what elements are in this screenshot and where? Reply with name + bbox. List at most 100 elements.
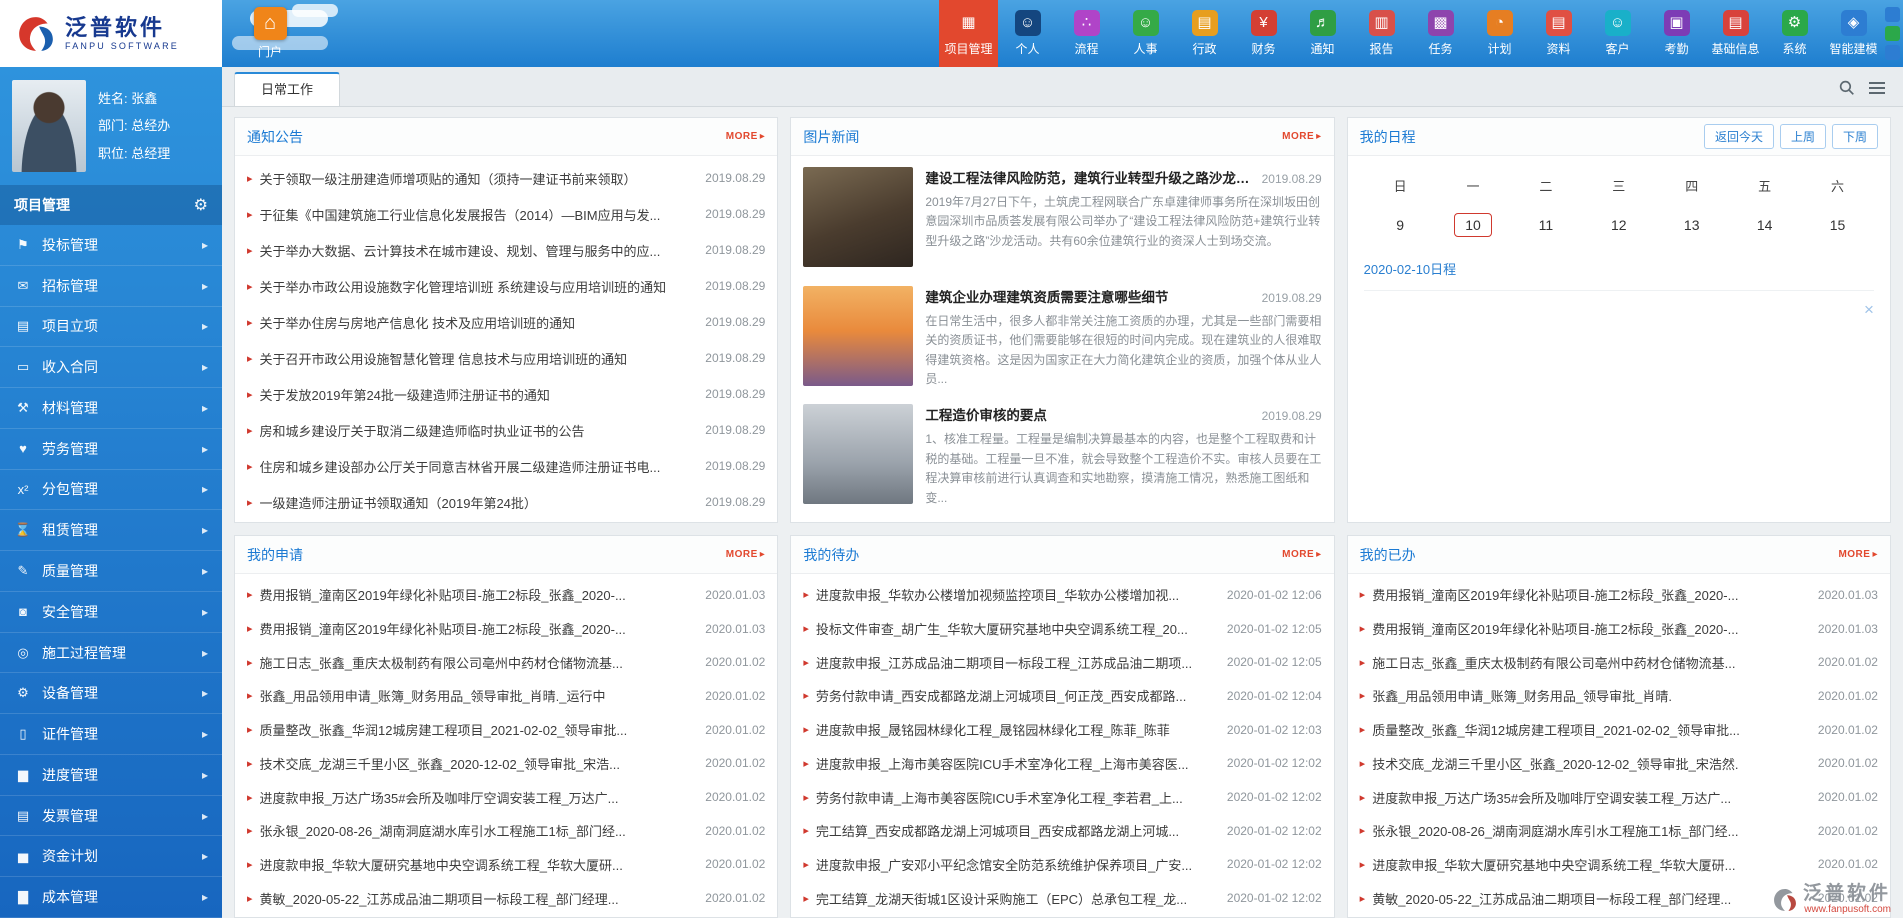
sidebar-menu-item[interactable]: ⌛ 租赁管理 ▸	[0, 510, 222, 551]
list-item[interactable]: ▸ 投标文件审查_胡广生_华软大厦研究基地中央空调系统工程_20... 2020…	[791, 612, 1333, 646]
list-item[interactable]: ▸ 费用报销_潼南区2019年绿化补贴项目-施工2标段_张鑫_2020-... …	[235, 578, 777, 612]
sidebar-menu-item[interactable]: ⚒ 材料管理 ▸	[0, 388, 222, 429]
list-item[interactable]: ▸ 黄敏_2020-05-22_江苏成品油二期项目一标段工程_部门经理... 2…	[1348, 881, 1890, 915]
list-item[interactable]: ▸ 住房和城乡建设部办公厅关于同意吉林省开展二级建造师注册证书电... 2019…	[235, 448, 777, 484]
header-module[interactable]: ▦ 项目管理	[939, 0, 998, 67]
sidebar-menu-item[interactable]: ⚙ 设备管理 ▸	[0, 673, 222, 714]
prev-week-button[interactable]: 上周	[1780, 124, 1826, 149]
list-item[interactable]: ▸ 进度款申报_万达广场35#会所及咖啡厅空调安装工程_万达广... 2020.…	[235, 780, 777, 814]
clipped-module-icon[interactable]	[1885, 26, 1900, 41]
sidebar-menu-item[interactable]: ♥ 劳务管理 ▸	[0, 429, 222, 470]
header-module[interactable]: ◈ 智能建模	[1824, 0, 1883, 67]
list-item[interactable]: ▸ 劳务付款申请_上海市美容医院ICU手术室净化工程_李若君_上... 2020…	[791, 780, 1333, 814]
news-item[interactable]: 建设工程法律风险防范，建筑行业转型升级之路沙龙活动 2019.08.29 201…	[803, 167, 1321, 274]
list-item[interactable]: ▸ 费用报销_潼南区2019年绿化补贴项目-施工2标段_张鑫_2020-... …	[1348, 612, 1890, 646]
more-link-notices[interactable]: MORE ▸	[726, 131, 766, 142]
sidebar-menu-item[interactable]: ▤ 项目立项 ▸	[0, 307, 222, 348]
list-item[interactable]: ▸ 进度款申报_晟铭园林绿化工程_晟铭园林绿化工程_陈菲_陈菲 2020-01-…	[791, 713, 1333, 747]
sidebar-menu-item[interactable]: x² 分包管理 ▸	[0, 470, 222, 511]
calendar-date[interactable]: 14	[1746, 213, 1784, 237]
list-item[interactable]: ▸ 关于举办市政公用设施数字化管理培训班 系统建设与应用培训班的通知 2019.…	[235, 268, 777, 304]
header-module[interactable]: ☺ 客户	[1588, 0, 1647, 67]
list-item[interactable]: ▸ 房和城乡建设厅关于取消二级建造师临时执业证书的公告 2019.08.29	[235, 412, 777, 448]
calendar-date[interactable]: 15	[1819, 213, 1857, 237]
sidebar-menu-item[interactable]: ▇ 成本管理 ▸	[0, 877, 222, 918]
header-module[interactable]: ⚙ 系统	[1765, 0, 1824, 67]
list-item[interactable]: ▸ 劳务付款申请_西安成都路龙湖上河城项目_何正茂_西安成都路... 2020-…	[791, 679, 1333, 713]
header-module[interactable]: ∴ 流程	[1057, 0, 1116, 67]
list-item[interactable]: ▸ 费用报销_潼南区2019年绿化补贴项目-施工2标段_张鑫_2020-... …	[1348, 578, 1890, 612]
header-module[interactable]: ¥ 财务	[1234, 0, 1293, 67]
next-week-button[interactable]: 下周	[1832, 124, 1878, 149]
header-module[interactable]: ▥ 报告	[1352, 0, 1411, 67]
header-module[interactable]: ☺ 个人	[998, 0, 1057, 67]
sidebar-menu-item[interactable]: ◙ 安全管理 ▸	[0, 592, 222, 633]
list-item[interactable]: ▸ 关于发放2019年第24批一级建造师注册证书的通知 2019.08.29	[235, 376, 777, 412]
list-item[interactable]: ▸ 进度款申报_江苏成品油二期项目一标段工程_江苏成品油二期项... 2020-…	[791, 645, 1333, 679]
header-module[interactable]: ♬ 通知	[1293, 0, 1352, 67]
more-link-applications[interactable]: MORE ▸	[726, 549, 766, 560]
list-item[interactable]: ▸ 关于召开市政公用设施智慧化管理 信息技术与应用培训班的通知 2019.08.…	[235, 340, 777, 376]
list-item[interactable]: ▸ 进度款申报_万达广场35#会所及咖啡厅空调安装工程_万达广... 2020.…	[1348, 780, 1890, 814]
list-item[interactable]: ▸ 施工日志_张鑫_重庆太极制药有限公司亳州中药材仓储物流基... 2020.0…	[235, 645, 777, 679]
list-item[interactable]: ▸ 张鑫_用品领用申请_账簿_财务用品_领导审批_肖晴._运行中 2020.01…	[235, 679, 777, 713]
list-item[interactable]: ▸ 完工结算_龙湖天街城1区设计采购施工（EPC）总承包工程_龙... 2020…	[791, 881, 1333, 915]
list-item[interactable]: ▸ 进度款申报_上海市美容医院ICU手术室净化工程_上海市美容医... 2020…	[791, 747, 1333, 781]
list-item[interactable]: ▸ 黄敏_2020-05-22_江苏成品油二期项目一标段工程_部门经理... 2…	[235, 881, 777, 915]
more-link-news[interactable]: MORE ▸	[1282, 131, 1322, 142]
news-item[interactable]: 建筑企业办理建筑资质需要注意哪些细节 2019.08.29 在日常生活中，很多人…	[803, 286, 1321, 393]
list-item[interactable]: ▸ 完工结算_西安成都路龙湖上河城项目_西安成都路龙湖上河城... 2020-0…	[791, 814, 1333, 848]
more-link-done[interactable]: MORE ▸	[1838, 549, 1878, 560]
list-item[interactable]: ▸ 质量整改_张鑫_华润12城房建工程项目_2021-02-02_领导审批...…	[235, 713, 777, 747]
sidebar-menu-item[interactable]: ▭ 收入合同 ▸	[0, 347, 222, 388]
header-module[interactable]: ◔ 计划	[1470, 0, 1529, 67]
header-module[interactable]: ▩ 任务	[1411, 0, 1470, 67]
list-item[interactable]: ▸ 质量整改_张鑫_华润12城房建工程项目_2021-02-02_领导审批...…	[1348, 713, 1890, 747]
sidebar-menu-item[interactable]: ✎ 质量管理 ▸	[0, 551, 222, 592]
calendar-date[interactable]: 9	[1385, 213, 1415, 237]
list-item[interactable]: ▸ 张鑫_用品领用申请_账簿_财务用品_领导审批_肖晴. 2020.01.02	[1348, 679, 1890, 713]
list-item[interactable]: ▸ 关于领取一级注册建造师增项贴的通知（须持一建证书前来领取） 2019.08.…	[235, 160, 777, 196]
header-module[interactable]: ▣ 考勤	[1647, 0, 1706, 67]
news-item[interactable]: 工程造价审核的要点 2019.08.29 1、核准工程量。工程量是编制决算最基本…	[803, 404, 1321, 511]
list-item[interactable]: ▸ 张永银_2020-08-26_湖南洞庭湖水库引水工程施工1标_部门经... …	[1348, 814, 1890, 848]
list-item[interactable]: ▸ 技术交底_龙湖三千里小区_张鑫_2020-12-02_领导审批_宋浩然. 2…	[1348, 747, 1890, 781]
sidebar-menu-item[interactable]: ▅ 资金计划 ▸	[0, 836, 222, 877]
menu-list-icon[interactable]	[1869, 81, 1885, 95]
list-item[interactable]: ▸ 一级建造师注册证书领取通知（2019年第24批） 2019.08.29	[235, 484, 777, 520]
more-link-todos[interactable]: MORE ▸	[1282, 549, 1322, 560]
list-item[interactable]: ▸ 关于举办大数据、云计算技术在城市建设、规划、管理与服务中的应... 2019…	[235, 232, 777, 268]
clipped-module-icon[interactable]	[1885, 7, 1900, 22]
list-item[interactable]: ▸ 张永银_2020-08-26_湖南洞庭湖水库引水工程施工1标_部门经... …	[235, 814, 777, 848]
close-icon[interactable]: ×	[1864, 301, 1874, 318]
calendar-date[interactable]: 12	[1600, 213, 1638, 237]
header-module[interactable]: ☺ 人事	[1116, 0, 1175, 67]
tab-daily-work[interactable]: 日常工作	[234, 72, 340, 106]
list-item[interactable]: ▸ 费用报销_潼南区2019年绿化补贴项目-施工2标段_张鑫_2020-... …	[235, 612, 777, 646]
calendar-date[interactable]: 10	[1454, 213, 1492, 237]
list-item[interactable]: ▸ 关于举办住房与房地产信息化 技术及应用培训班的通知 2019.08.29	[235, 304, 777, 340]
calendar-date[interactable]: 13	[1673, 213, 1711, 237]
clipped-module-icon[interactable]	[1885, 45, 1900, 60]
portal-button[interactable]: ⌂ 门户	[222, 0, 318, 67]
sidebar-menu-item[interactable]: ▯ 证件管理 ▸	[0, 714, 222, 755]
back-to-today-button[interactable]: 返回今天	[1704, 124, 1774, 149]
search-icon[interactable]	[1838, 79, 1855, 96]
sidebar-menu-item[interactable]: ⚑ 投标管理 ▸	[0, 225, 222, 266]
sidebar-menu-item[interactable]: ✉ 招标管理 ▸	[0, 266, 222, 307]
sidebar-menu-item[interactable]: ▆ 进度管理 ▸	[0, 755, 222, 796]
list-item[interactable]: ▸ 进度款申报_华软大厦研究基地中央空调系统工程_华软大厦研... 2020.0…	[1348, 848, 1890, 882]
calendar-date[interactable]: 11	[1528, 213, 1565, 237]
list-item[interactable]: ▸ 进度款申报_广安邓小平纪念馆安全防范系统维护保养项目_广安... 2020-…	[791, 848, 1333, 882]
list-item[interactable]: ▸ 进度款申报_华软大厦研究基地中央空调系统工程_华软大厦研... 2020.0…	[235, 848, 777, 882]
list-item[interactable]: ▸ 技术交底_龙湖三千里小区_张鑫_2020-12-02_领导审批_宋浩... …	[235, 747, 777, 781]
header-module[interactable]: ▤ 行政	[1175, 0, 1234, 67]
list-item[interactable]: ▸ 施工日志_张鑫_重庆太极制药有限公司亳州中药材仓储物流基... 2020.0…	[1348, 645, 1890, 679]
sidebar-menu-item[interactable]: ◎ 施工过程管理 ▸	[0, 633, 222, 674]
list-item[interactable]: ▸ 于征集《中国建筑施工行业信息化发展报告（2014）—BIM应用与发... 2…	[235, 196, 777, 232]
header-module[interactable]: ▤ 资料	[1529, 0, 1588, 67]
list-item[interactable]: ▸ 进度款申报_华软办公楼增加视频监控项目_华软办公楼增加视... 2020-0…	[791, 578, 1333, 612]
gear-icon[interactable]: ⚙	[194, 195, 208, 215]
header-module[interactable]: ▤ 基础信息	[1706, 0, 1765, 67]
sidebar-menu-item[interactable]: ▤ 发票管理 ▸	[0, 796, 222, 837]
